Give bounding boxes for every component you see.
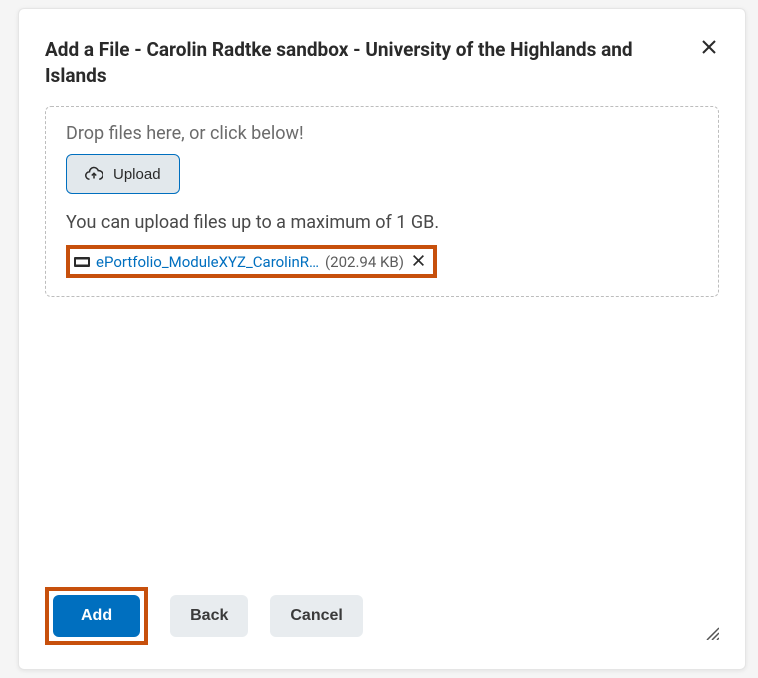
- add-button-highlight: Add: [45, 587, 148, 645]
- dialog-title: Add a File - Carolin Radtke sandbox - Un…: [45, 37, 699, 88]
- dialog-footer: Add Back Cancel: [45, 587, 719, 645]
- footer-buttons: Add Back Cancel: [45, 587, 363, 645]
- resize-handle[interactable]: [703, 624, 719, 645]
- upload-button[interactable]: Upload: [66, 154, 180, 194]
- close-button[interactable]: [699, 37, 719, 61]
- upload-icon: [85, 165, 103, 183]
- file-dropzone[interactable]: Drop files here, or click below! Upload …: [45, 106, 719, 297]
- remove-file-button[interactable]: [410, 252, 427, 271]
- uploaded-file-row: ePortfolio_ModuleXYZ_CarolinR… (202.94 K…: [66, 245, 437, 278]
- dialog-header: Add a File - Carolin Radtke sandbox - Un…: [45, 37, 719, 88]
- back-button[interactable]: Back: [170, 595, 248, 637]
- close-icon: [412, 252, 425, 271]
- upload-button-label: Upload: [113, 166, 161, 183]
- dialog-body: Drop files here, or click below! Upload …: [45, 106, 719, 575]
- cancel-button[interactable]: Cancel: [270, 595, 362, 637]
- uploaded-file-name[interactable]: ePortfolio_ModuleXYZ_CarolinR…: [96, 253, 319, 271]
- upload-limit-text: You can upload files up to a maximum of …: [66, 212, 698, 233]
- close-icon: [701, 39, 717, 60]
- add-file-dialog: Add a File - Carolin Radtke sandbox - Un…: [18, 8, 746, 670]
- add-button[interactable]: Add: [53, 595, 140, 637]
- resize-icon: [703, 624, 719, 645]
- uploaded-file-size: (202.94 KB): [325, 253, 404, 271]
- file-icon: [74, 256, 90, 268]
- dropzone-prompt: Drop files here, or click below!: [66, 123, 698, 144]
